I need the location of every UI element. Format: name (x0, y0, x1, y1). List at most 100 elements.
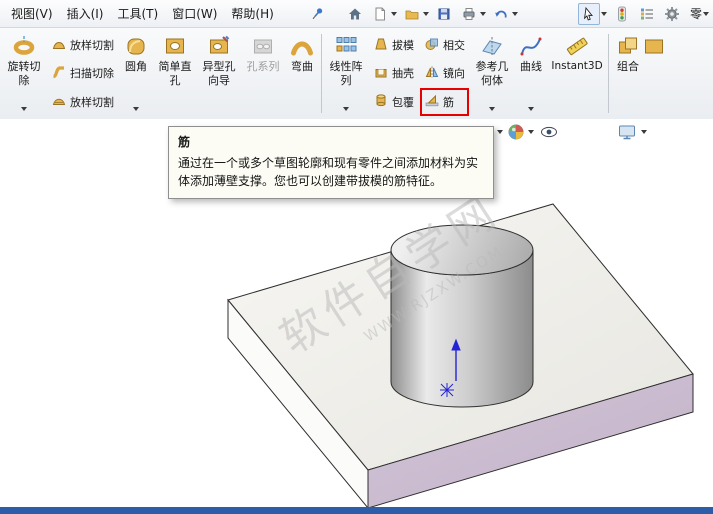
home-icon[interactable] (345, 4, 365, 24)
chevron-down-icon[interactable] (528, 100, 534, 116)
design-tree-icon[interactable] (637, 4, 657, 24)
menu-help[interactable]: 帮助(H) (224, 2, 280, 25)
ribbon-button-label: 异型孔向导 (199, 60, 239, 116)
open-folder-icon[interactable] (402, 4, 422, 24)
ribbon-button-label: 扫描切除 (70, 65, 114, 81)
ribbon-button-label: 线性阵列 (326, 60, 366, 100)
ribbon-button-hole-series: 孔系列 (241, 30, 285, 117)
ribbon-button-swept-cut[interactable]: 扫描切除 (48, 60, 117, 86)
ribbon-button-revolved-cut[interactable]: 旋转切除 (2, 30, 46, 117)
display-settings-icon[interactable] (618, 123, 636, 141)
new-document-icon[interactable] (370, 4, 390, 24)
flex-icon (290, 33, 314, 59)
ribbon-button-mirror[interactable]: 镜向 (421, 60, 468, 86)
undo-icon[interactable] (491, 4, 511, 24)
ribbon-button-label: 孔系列 (247, 60, 280, 116)
combine-icon (616, 33, 640, 59)
ribbon-button-instant3d[interactable]: Instant3D (548, 30, 606, 117)
ribbon-button-label: 放样切割 (70, 94, 114, 110)
wrap-icon (373, 92, 389, 111)
chevron-down-icon[interactable] (21, 100, 27, 116)
ribbon-button-boundary-cut[interactable]: 放样切割 (48, 89, 117, 115)
rib-tooltip: 筋 通过在一个或多个草图轮廓和现有零件之间添加材料为实体添加薄壁支撑。您也可以创… (168, 126, 494, 199)
ribbon-button-label: 筋 (443, 94, 454, 110)
document-title[interactable]: 零 (690, 5, 702, 22)
menu-bar: 视图(V) 插入(I) 工具(T) 窗口(W) 帮助(H) (0, 0, 713, 28)
ribbon-button-wrap[interactable]: 包覆 (370, 89, 417, 115)
tooltip-body: 通过在一个或多个草图轮廓和现有零件之间添加材料为实体添加薄壁支撑。您也可以创建带… (178, 154, 484, 190)
ribbon-button-draft[interactable]: 拔模 (370, 32, 417, 58)
lofted-cut-icon (51, 36, 67, 55)
chevron-down-icon[interactable] (391, 4, 397, 24)
appearance-sphere-icon[interactable] (507, 123, 525, 141)
select-cursor-icon[interactable] (578, 3, 600, 25)
linear-pattern-icon (334, 33, 358, 59)
ribbon-button-label: 简单直孔 (155, 60, 195, 116)
options-gear-icon[interactable] (662, 4, 682, 24)
ribbon-button-intersect[interactable]: 相交 (421, 32, 468, 58)
chevron-down-icon[interactable] (489, 100, 495, 116)
chevron-down-icon[interactable] (641, 123, 647, 141)
ribbon-button-partial[interactable] (645, 30, 663, 117)
boundary-cut-icon (51, 92, 67, 111)
ribbon-button-label: 放样切割 (70, 37, 114, 53)
chevron-down-icon[interactable] (512, 4, 518, 24)
solidworks-window: 视图(V) 插入(I) 工具(T) 窗口(W) 帮助(H) (0, 0, 713, 514)
features-ribbon: 旋转切除 放样切割 扫描切除 放样切割 圆角 (0, 28, 713, 120)
pin-icon[interactable] (307, 4, 327, 24)
ribbon-divider (321, 34, 322, 113)
rebuild-traffic-light-icon[interactable] (612, 4, 632, 24)
graphics-area[interactable]: 软件自学网 WWW.RJZXW.COM 筋 通过在一个或多个草图轮廓和现有零件之… (0, 119, 713, 507)
fillet-icon (124, 33, 148, 59)
ribbon-button-label: 抽壳 (392, 65, 414, 81)
tooltip-title: 筋 (178, 133, 484, 150)
hole-series-icon (251, 33, 275, 59)
ribbon-button-label: 弯曲 (291, 60, 313, 116)
taskbar-strip (0, 507, 713, 514)
intersect-icon (424, 36, 440, 55)
ribbon-button-lofted-cut[interactable]: 放样切割 (48, 32, 117, 58)
rib-icon (424, 92, 440, 111)
partial-feature-icon (642, 33, 666, 59)
ribbon-button-hole-wizard[interactable]: 异型孔向导 (197, 30, 241, 117)
ribbon-button-flex[interactable]: 弯曲 (285, 30, 319, 117)
ribbon-button-curves[interactable]: 曲线 (514, 30, 548, 117)
ribbon-button-label: 拔模 (392, 37, 414, 53)
simple-hole-icon (163, 33, 187, 59)
ribbon-group-cut-features: 放样切割 扫描切除 放样切割 (46, 30, 119, 117)
ribbon-button-shell[interactable]: 抽壳 (370, 60, 417, 86)
ribbon-button-fillet[interactable]: 圆角 (119, 30, 153, 117)
chevron-down-icon[interactable] (480, 4, 486, 24)
ribbon-button-rib[interactable]: 筋 (421, 89, 468, 115)
ribbon-button-reference-geometry[interactable]: 参考几何体 (470, 30, 514, 117)
curves-icon (519, 33, 543, 59)
ribbon-button-label: 旋转切除 (4, 60, 44, 100)
chevron-down-icon[interactable] (343, 100, 349, 116)
ribbon-button-label: 圆角 (125, 60, 147, 100)
draft-icon (373, 36, 389, 55)
chevron-down-icon[interactable] (528, 123, 534, 141)
print-icon[interactable] (459, 4, 479, 24)
instant3d-icon (564, 33, 590, 59)
ribbon-button-combine[interactable]: 组合 (611, 30, 645, 117)
menu-window[interactable]: 窗口(W) (165, 2, 224, 25)
ribbon-button-label: 包覆 (392, 94, 414, 110)
ribbon-button-label: 曲线 (520, 60, 542, 100)
ribbon-group-intersect-mirror-rib: 相交 镜向 筋 (419, 30, 470, 117)
chevron-down-icon[interactable] (497, 123, 503, 141)
save-icon[interactable] (434, 4, 454, 24)
menu-tools[interactable]: 工具(T) (110, 2, 165, 25)
ribbon-button-linear-pattern[interactable]: 线性阵列 (324, 30, 368, 117)
chevron-down-icon[interactable] (133, 100, 139, 116)
menu-insert[interactable]: 插入(I) (60, 2, 111, 25)
chevron-down-icon[interactable] (703, 4, 709, 24)
ribbon-button-label: Instant3D (551, 60, 602, 116)
ribbon-button-simple-hole[interactable]: 简单直孔 (153, 30, 197, 117)
ribbon-divider (608, 34, 609, 113)
mirror-icon (424, 64, 440, 83)
chevron-down-icon[interactable] (601, 4, 607, 24)
eye-icon[interactable] (540, 123, 558, 141)
reference-geometry-icon (480, 33, 504, 59)
chevron-down-icon[interactable] (423, 4, 429, 24)
menu-view[interactable]: 视图(V) (4, 2, 60, 25)
